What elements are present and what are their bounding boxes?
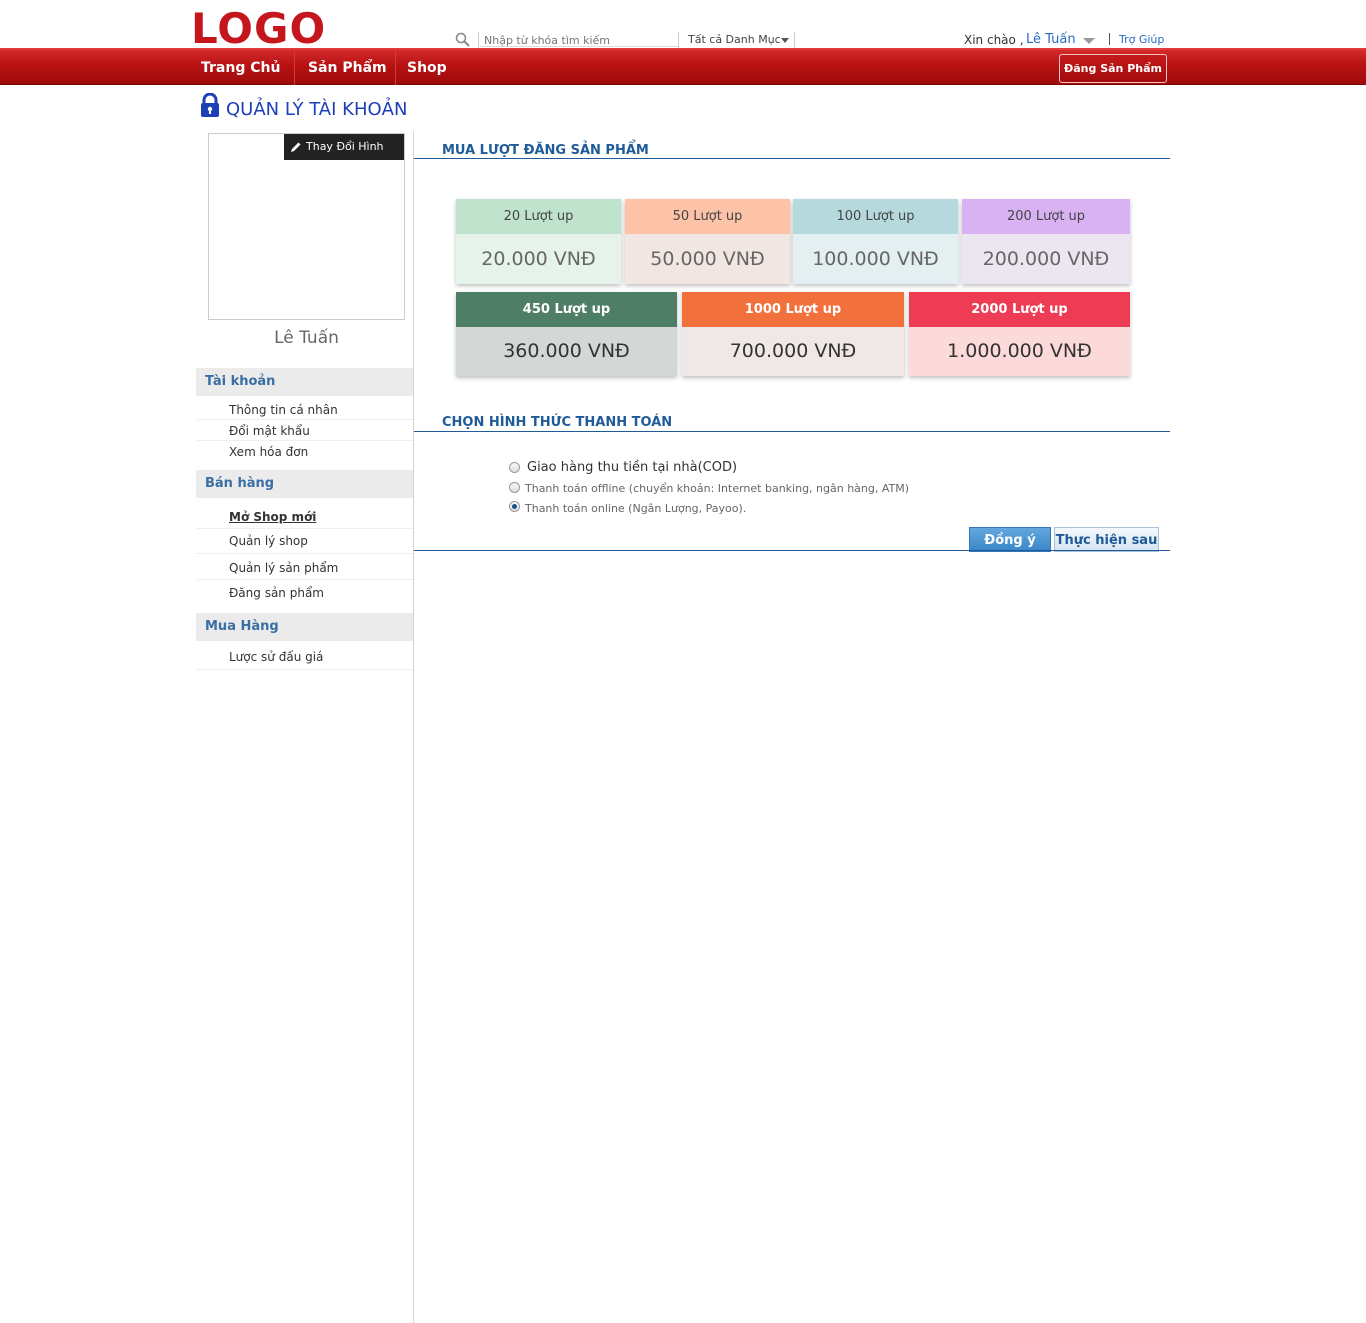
- confirm-button[interactable]: Đồng ý: [969, 527, 1051, 552]
- divider: [478, 46, 678, 47]
- chevron-down-icon[interactable]: [1083, 38, 1095, 44]
- post-product-button[interactable]: Đăng Sản Phẩm: [1059, 54, 1167, 83]
- sidebar-item-manage-shop[interactable]: Quản lý shop: [229, 533, 308, 549]
- divider: [395, 50, 396, 85]
- sidebar-group-account[interactable]: Tài khoản: [196, 368, 413, 396]
- nav-products[interactable]: Sản Phẩm: [308, 59, 387, 77]
- package-card[interactable]: 2000 Lượt up 1.000.000 VNĐ: [909, 292, 1130, 376]
- site-logo[interactable]: LOGO: [191, 8, 326, 50]
- divider: [196, 579, 413, 580]
- sidebar-item-change-password[interactable]: Đổi mật khẩu: [229, 423, 310, 439]
- package-card[interactable]: 1000 Lượt up 700.000 VNĐ: [682, 292, 904, 376]
- top-header: LOGO Tất cả Danh Mục Xin chào , Lê Tuấn …: [0, 0, 1366, 50]
- buy-section-title: MUA LƯỢT ĐĂNG SẢN PHẨM: [442, 143, 649, 158]
- divider: [794, 32, 795, 48]
- package-label: 200 Lượt up: [962, 199, 1130, 234]
- divider: [413, 131, 414, 1323]
- main-nav: Trang Chủ Sản Phẩm Shop Đăng Sản Phẩm: [0, 48, 1366, 85]
- category-select[interactable]: Tất cả Danh Mục: [688, 33, 781, 47]
- radio-label-online[interactable]: Thanh toán online (Ngân Lượng, Payoo).: [525, 501, 746, 517]
- sidebar-item-invoices[interactable]: Xem hóa đơn: [229, 444, 308, 460]
- payment-section-title: CHỌN HÌNH THỨC THANH TOÁN: [442, 415, 673, 430]
- radio-online[interactable]: [509, 501, 520, 512]
- sidebar-item-manage-products[interactable]: Quản lý sản phẩm: [229, 560, 338, 576]
- package-label: 20 Lượt up: [456, 199, 621, 234]
- divider: [294, 50, 295, 85]
- package-label: 50 Lượt up: [625, 199, 790, 234]
- divider: [414, 431, 1170, 432]
- sidebar-item-auction-history[interactable]: Lược sử đấu giá: [229, 649, 323, 665]
- help-link[interactable]: Trợ Giúp: [1119, 33, 1164, 47]
- search-icon[interactable]: [455, 32, 471, 48]
- package-price: 100.000 VNĐ: [793, 234, 958, 284]
- pencil-icon[interactable]: [290, 141, 302, 153]
- nav-home[interactable]: Trang Chủ: [201, 59, 280, 77]
- divider: [1109, 33, 1110, 45]
- divider: [196, 669, 413, 670]
- divider: [196, 419, 413, 420]
- later-button[interactable]: Thực hiện sau: [1054, 527, 1159, 552]
- package-price: 200.000 VNĐ: [962, 234, 1130, 284]
- package-card[interactable]: 450 Lượt up 360.000 VNĐ: [456, 292, 677, 376]
- sidebar-group-selling[interactable]: Bán hàng: [196, 470, 413, 498]
- greeting-text: Xin chào ,: [964, 33, 1024, 47]
- radio-label-offline[interactable]: Thanh toán offline (chuyển khoản: Intern…: [525, 481, 909, 497]
- package-price: 50.000 VNĐ: [625, 234, 790, 284]
- radio-cod[interactable]: [509, 462, 520, 473]
- package-card[interactable]: 100 Lượt up 100.000 VNĐ: [793, 199, 958, 284]
- divider: [196, 528, 413, 529]
- sidebar-item-post-product[interactable]: Đăng sản phẩm: [229, 585, 324, 601]
- divider: [414, 550, 1170, 551]
- package-price: 700.000 VNĐ: [682, 327, 904, 376]
- sidebar-group-buying[interactable]: Mua Hàng: [196, 613, 413, 641]
- package-card[interactable]: 20 Lượt up 20.000 VNĐ: [456, 199, 621, 284]
- package-label: 450 Lượt up: [456, 292, 677, 327]
- package-label: 1000 Lượt up: [682, 292, 904, 327]
- user-menu[interactable]: Lê Tuấn: [1026, 32, 1076, 48]
- package-card[interactable]: 50 Lượt up 50.000 VNĐ: [625, 199, 790, 284]
- profile-name: Lê Tuấn: [274, 328, 339, 348]
- nav-shop[interactable]: Shop: [407, 59, 447, 77]
- radio-offline[interactable]: [509, 482, 520, 493]
- divider: [196, 440, 413, 441]
- radio-label-cod[interactable]: Giao hàng thu tiền tại nhà(COD): [527, 460, 737, 476]
- chevron-down-icon[interactable]: [781, 38, 789, 43]
- package-price: 360.000 VNĐ: [456, 327, 677, 376]
- divider: [414, 158, 1170, 159]
- package-price: 1.000.000 VNĐ: [909, 327, 1130, 376]
- package-card[interactable]: 200 Lượt up 200.000 VNĐ: [962, 199, 1130, 284]
- package-label: 2000 Lượt up: [909, 292, 1130, 327]
- lock-icon: [201, 93, 219, 117]
- sidebar-item-personal-info[interactable]: Thông tin cá nhân: [229, 402, 338, 418]
- divider: [196, 553, 413, 554]
- page-title: QUẢN LÝ TÀI KHOẢN: [226, 99, 408, 120]
- change-photo-button[interactable]: Thay Đổi Hình Ảnh: [284, 134, 404, 179]
- package-label: 100 Lượt up: [793, 199, 958, 234]
- package-price: 20.000 VNĐ: [456, 234, 621, 284]
- sidebar-item-open-shop[interactable]: Mở Shop mới: [229, 509, 316, 525]
- divider: [678, 32, 679, 48]
